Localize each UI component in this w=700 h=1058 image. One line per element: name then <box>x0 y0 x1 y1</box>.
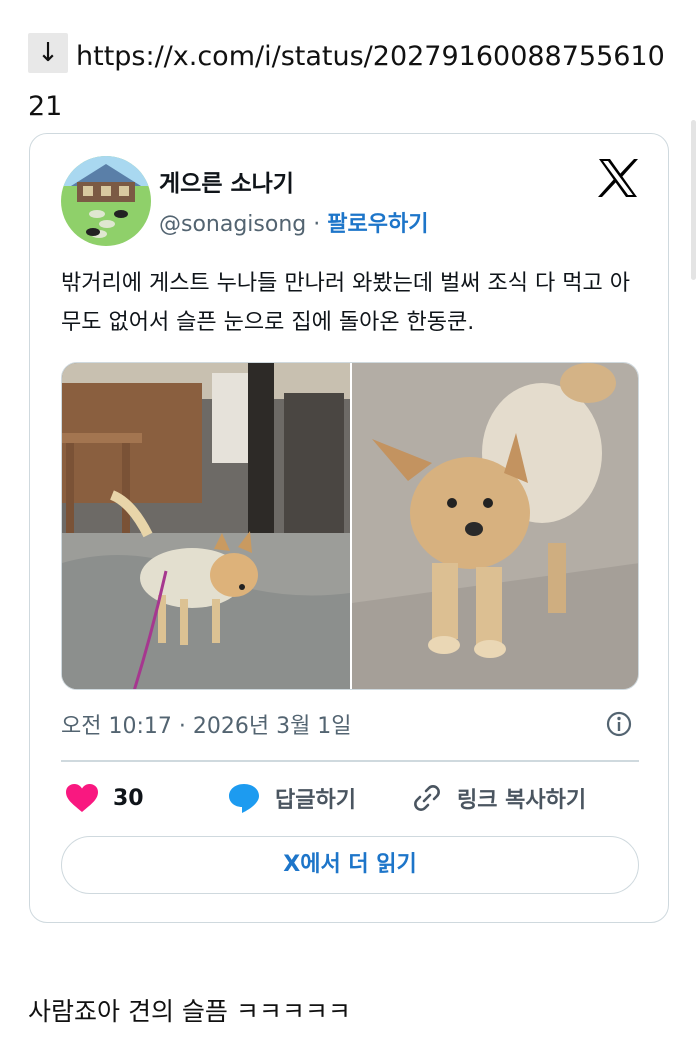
info-icon[interactable] <box>605 710 633 738</box>
handle-line: @sonagisong · 팔로우하기 <box>159 206 428 238</box>
link-icon <box>414 785 440 811</box>
separator: · <box>313 212 321 237</box>
heart-icon <box>66 784 98 812</box>
dog-photo-right[interactable] <box>352 363 639 690</box>
dog-photo-left[interactable] <box>62 363 350 690</box>
reply-button[interactable]: 답글하기 <box>227 780 356 816</box>
tweet-embed-card[interactable]: 게으른 소나기 @sonagisong · 팔로우하기 밖거리에 게스트 누나들… <box>29 133 669 923</box>
post-comment: 사람죠아 견의 슬픔 ㅋㅋㅋㅋㅋ <box>28 997 351 1026</box>
tweet-text: 밖거리에 게스트 누나들 만나러 와봤는데 벌써 조식 다 먹고 아무도 없어서… <box>61 271 630 335</box>
follow-button[interactable]: 팔로우하기 <box>327 212 428 237</box>
scrollbar[interactable] <box>691 120 696 280</box>
down-arrow-icon: ↓ <box>28 33 68 73</box>
tweet-actions: 30 답글하기 링크 복사하기 <box>61 780 639 816</box>
x-logo-icon[interactable] <box>596 156 640 200</box>
like-count: 30 <box>113 785 144 811</box>
read-more-on-x-button[interactable]: X에서 더 읽기 <box>61 836 639 894</box>
divider <box>61 760 639 762</box>
handle[interactable]: @sonagisong <box>159 212 306 237</box>
timestamp[interactable]: 오전 10:17 · 2026년 3월 1일 <box>61 708 352 740</box>
tweet-media[interactable] <box>61 362 639 690</box>
reply-bubble-icon <box>229 784 259 813</box>
display-name[interactable]: 게으른 소나기 <box>159 164 294 198</box>
copy-link-button[interactable]: 링크 복사하기 <box>411 780 586 816</box>
reply-label: 답글하기 <box>275 788 356 813</box>
tweet-url-link[interactable]: https://x.com/i/status/20279160088755610… <box>28 41 665 122</box>
like-button[interactable]: 30 <box>65 780 144 816</box>
avatar[interactable] <box>61 156 151 246</box>
tweet-link-line[interactable]: ↓ https://x.com/i/status/2027916008875561… <box>28 32 678 132</box>
copy-link-label: 링크 복사하기 <box>457 788 587 813</box>
